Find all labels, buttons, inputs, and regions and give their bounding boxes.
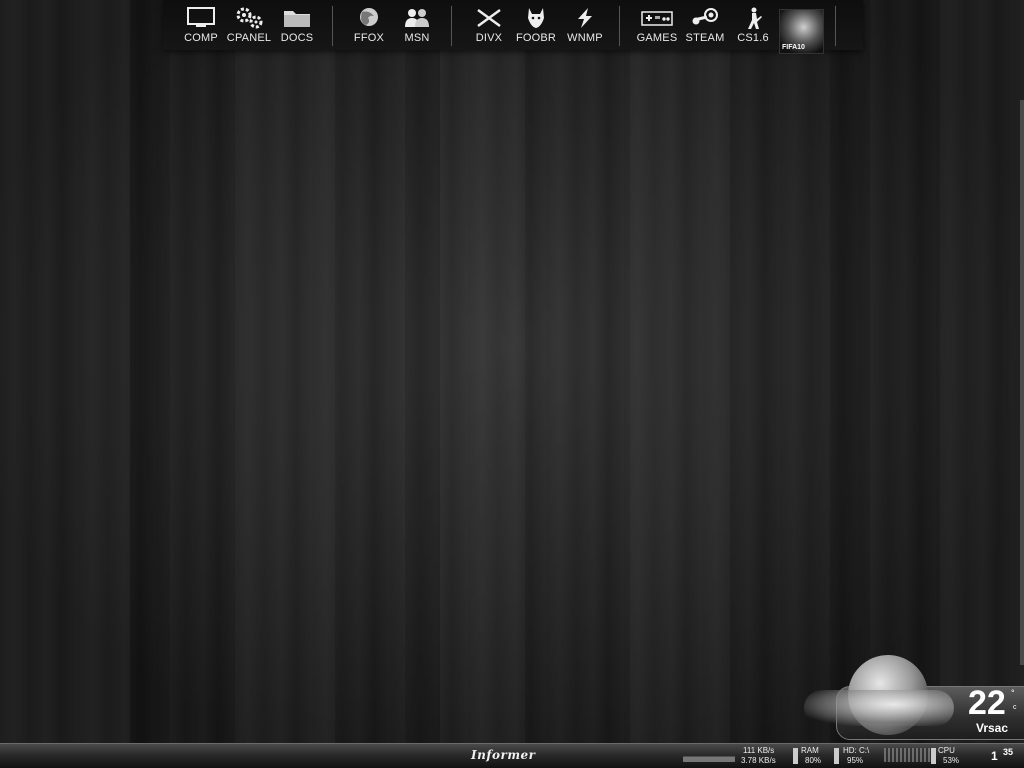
launcher-label: GAMES (636, 32, 678, 44)
gears-icon (236, 7, 263, 29)
ram-label: RAM (801, 746, 819, 755)
launcher-docs[interactable]: DOCS (280, 6, 314, 50)
counter-strike-icon (748, 7, 762, 29)
dock-separator (332, 6, 333, 46)
desktop-edge-scroll (1020, 100, 1024, 665)
msn-buddies-icon (405, 9, 429, 27)
launcher-label: CPANEL (226, 32, 272, 44)
weather-temperature: 22 (968, 684, 1006, 722)
net-download: 111 KB/s (743, 746, 775, 755)
weather-city: Vrsac (976, 721, 1009, 735)
launcher-steam[interactable]: STEAM (684, 6, 726, 50)
launcher-label: MSN (404, 32, 430, 44)
ram-value: 80% (805, 756, 822, 765)
clock-minute: 35 (1003, 747, 1014, 757)
launcher-cpanel[interactable]: CPANEL (226, 6, 272, 50)
launcher-label: DIVX (475, 32, 503, 44)
hd-bar (834, 748, 839, 764)
cpu-bar (931, 748, 936, 764)
launcher-fifa10[interactable]: FIFA10 (779, 9, 824, 54)
steam-icon (692, 8, 718, 25)
launcher-cs16[interactable]: CS1.6 (735, 6, 771, 50)
launcher-divx[interactable]: DIVX (472, 6, 506, 50)
ram-bar (793, 748, 798, 764)
launcher-label: COMP (184, 32, 218, 44)
clock-hour: 1 (991, 749, 998, 763)
folder-icon (284, 11, 310, 27)
informer-bar: Informer 111 KB/s 3.78 KB/s RAM 80% HD: … (0, 743, 1024, 768)
cpu-value: 53% (943, 756, 960, 765)
monitor-icon (187, 7, 215, 27)
net-upload: 3.78 KB/s (741, 756, 776, 765)
informer-brand: Informer (471, 748, 536, 762)
weather-degree: ° (1011, 688, 1015, 698)
firefox-icon (360, 8, 378, 26)
launcher-label: WNMP (567, 32, 603, 44)
launcher-label: FOOBR (515, 32, 557, 44)
launcher-label: FFOX (353, 32, 385, 44)
gamepad-icon (641, 11, 673, 26)
winamp-bolt-icon (578, 8, 592, 28)
weather-unit: c (1013, 704, 1017, 711)
launcher-label: DOCS (280, 32, 314, 44)
hd-label: HD: C:\ (843, 746, 870, 755)
launcher-wnmp[interactable]: WNMP (564, 6, 606, 50)
launcher-msn[interactable]: MSN (400, 6, 434, 50)
dock-separator (619, 6, 620, 46)
launcher-foobr[interactable]: FOOBR (515, 6, 557, 50)
launcher-comp[interactable]: COMP (182, 6, 220, 50)
dock-separator (451, 6, 452, 46)
launcher-games[interactable]: GAMES (636, 6, 678, 50)
dock-separator (835, 6, 836, 46)
launcher-label: STEAM (685, 32, 725, 44)
network-graph (683, 748, 735, 762)
cpu-graph (884, 748, 934, 762)
launcher-label: CS1.6 (737, 32, 769, 44)
weather-widget: 22 ° c Vrsac (800, 650, 1024, 742)
launcher-ffox[interactable]: FFOX (352, 6, 386, 50)
foobar-fox-icon (528, 8, 544, 28)
cloud-icon (804, 690, 954, 726)
cpu-label: CPU (938, 746, 955, 755)
fifa-label: FIFA10 (782, 44, 805, 51)
divx-icon (477, 8, 501, 28)
hd-value: 95% (847, 756, 864, 765)
